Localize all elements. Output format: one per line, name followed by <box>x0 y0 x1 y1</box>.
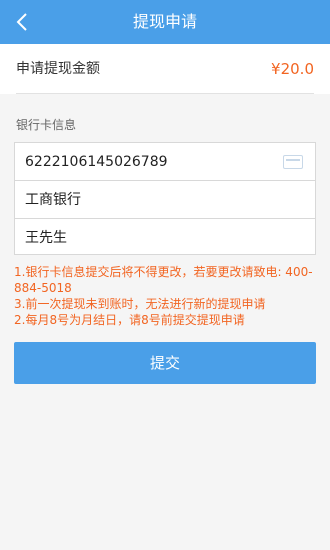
bank-card-icon[interactable] <box>283 155 303 169</box>
bank-name-input[interactable] <box>15 180 315 217</box>
bank-card-section-label: 银行卡信息 <box>16 118 77 132</box>
submit-button[interactable]: 提交 <box>14 342 316 384</box>
amount-value: ¥20.0 <box>271 60 314 78</box>
app-header: 提现申请 <box>0 0 330 44</box>
page-title: 提现申请 <box>132 12 197 31</box>
note-line: 3.前一次提现未到账时，无法进行新的提现申请 <box>14 297 266 311</box>
divider <box>16 93 314 94</box>
note-line: 2.每月8号为月结日，请8号前提交提现申请 <box>14 313 245 327</box>
holder-name-input[interactable] <box>15 218 315 255</box>
withdraw-amount-row: 申请提现金额 ¥20.0 <box>0 44 330 94</box>
note-line: 1.银行卡信息提交后将不得更改，若要更改请致电: 400-884-5018 <box>14 265 313 295</box>
withdraw-notes: 1.银行卡信息提交后将不得更改，若要更改请致电: 400-884-5018 3.… <box>14 264 318 328</box>
card-number-input[interactable] <box>15 143 315 180</box>
amount-label: 申请提现金额 <box>16 61 100 77</box>
bank-card-form <box>14 142 316 255</box>
